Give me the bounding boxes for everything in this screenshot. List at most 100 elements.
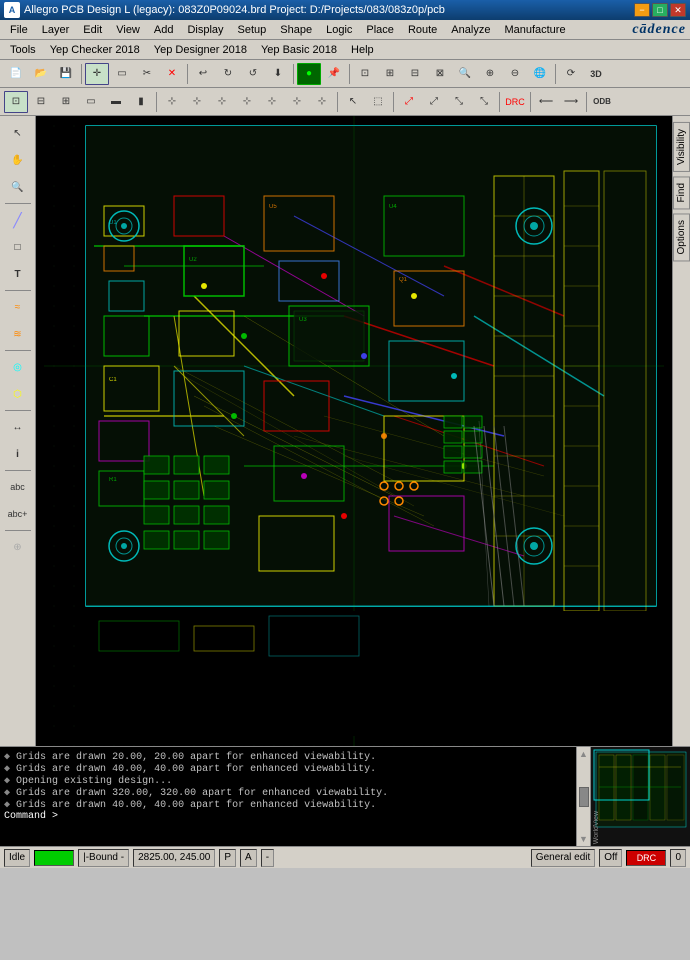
ltb-pan[interactable]: ✋ bbox=[4, 147, 32, 173]
menu-display[interactable]: Display bbox=[181, 21, 229, 39]
menu-yep-basic[interactable]: Yep Basic 2018 bbox=[255, 41, 343, 59]
ltb-abc2[interactable]: abc+ bbox=[4, 501, 32, 527]
tb-zoom-out[interactable]: ⊖ bbox=[503, 63, 527, 85]
tb2-4[interactable]: ▭ bbox=[79, 91, 103, 113]
console-scrollbar[interactable]: ▲ ▼ bbox=[576, 747, 590, 846]
maximize-button[interactable]: □ bbox=[652, 3, 668, 17]
console-line-6[interactable]: Command > bbox=[4, 811, 572, 822]
tb-zoom-in[interactable]: ⊕ bbox=[478, 63, 502, 85]
scroll-thumb[interactable] bbox=[579, 787, 589, 807]
menu-place[interactable]: Place bbox=[360, 21, 400, 39]
menu-logic[interactable]: Logic bbox=[320, 21, 358, 39]
ltb-pad[interactable]: ⬡ bbox=[4, 381, 32, 407]
status-bound: |-Bound - bbox=[78, 849, 129, 867]
tb2-odb[interactable]: ODB bbox=[590, 91, 614, 113]
menu-shape[interactable]: Shape bbox=[274, 21, 318, 39]
tb-new[interactable]: 📄 bbox=[4, 63, 28, 85]
tb-delete[interactable]: ✕ bbox=[160, 63, 184, 85]
status-green-led bbox=[34, 850, 74, 866]
menu-route[interactable]: Route bbox=[402, 21, 443, 39]
tb2-route4[interactable]: ⤡ bbox=[472, 91, 496, 113]
tb2-6[interactable]: ▮ bbox=[129, 91, 153, 113]
ltb-route[interactable]: ≈ bbox=[4, 294, 32, 320]
ltb-info[interactable]: i bbox=[4, 441, 32, 467]
tb2-9[interactable]: ⊹ bbox=[210, 91, 234, 113]
ltb-select[interactable]: ↖ bbox=[4, 120, 32, 146]
tb-zoom-box[interactable]: ⊡ bbox=[353, 63, 377, 85]
menu-yep-designer[interactable]: Yep Designer 2018 bbox=[148, 41, 253, 59]
find-tab[interactable]: Find bbox=[673, 176, 690, 209]
tb-open[interactable]: 📂 bbox=[29, 63, 53, 85]
scrollbar-down-arrow[interactable]: ▼ bbox=[579, 834, 588, 844]
menu-analyze[interactable]: Analyze bbox=[445, 21, 496, 39]
status-a[interactable]: A bbox=[240, 849, 257, 867]
tb-redo-1[interactable]: ↻ bbox=[216, 63, 240, 85]
window-controls: − □ ✕ bbox=[634, 3, 686, 17]
ltb-add-line[interactable]: ╱ bbox=[4, 207, 32, 233]
tb2-8[interactable]: ⊹ bbox=[185, 91, 209, 113]
tb-select[interactable]: ▭ bbox=[110, 63, 134, 85]
tb-undo[interactable]: ↩ bbox=[191, 63, 215, 85]
sep11 bbox=[586, 92, 587, 112]
tb2-12[interactable]: ⊹ bbox=[285, 91, 309, 113]
tb2-right[interactable]: ⟶ bbox=[559, 91, 583, 113]
svg-text:C1: C1 bbox=[109, 377, 117, 383]
tb2-7[interactable]: ⊹ bbox=[160, 91, 184, 113]
tb-pick[interactable]: ✛ bbox=[85, 63, 109, 85]
tb-zoom-in-area[interactable]: ⊞ bbox=[378, 63, 402, 85]
tb-zoom-world[interactable]: 🌐 bbox=[528, 63, 552, 85]
tb2-10[interactable]: ⊹ bbox=[235, 91, 259, 113]
menu-bar-main: File Layer Edit View Add Display Setup S… bbox=[0, 20, 690, 40]
ltb-add-text[interactable]: T bbox=[4, 261, 32, 287]
menu-help[interactable]: Help bbox=[345, 41, 380, 59]
ltb-add-rect[interactable]: □ bbox=[4, 234, 32, 260]
tb-zoom-out-area[interactable]: ⊟ bbox=[403, 63, 427, 85]
menu-setup[interactable]: Setup bbox=[232, 21, 273, 39]
menu-view[interactable]: View bbox=[110, 21, 146, 39]
ltb-misc[interactable]: ⊕ bbox=[4, 534, 32, 560]
ltb-measure[interactable]: ↔ bbox=[4, 414, 32, 440]
tb2-11[interactable]: ⊹ bbox=[260, 91, 284, 113]
minimize-button[interactable]: − bbox=[634, 3, 650, 17]
tb2-select2[interactable]: ⬚ bbox=[366, 91, 390, 113]
menu-add[interactable]: Add bbox=[148, 21, 180, 39]
tb2-5[interactable]: ▬ bbox=[104, 91, 128, 113]
tb-route-green[interactable]: ● bbox=[297, 63, 321, 85]
menu-yep-checker[interactable]: Yep Checker 2018 bbox=[44, 41, 146, 59]
tb-cut[interactable]: ✂ bbox=[135, 63, 159, 85]
tb2-cursor[interactable]: ↖ bbox=[341, 91, 365, 113]
menu-edit[interactable]: Edit bbox=[77, 21, 108, 39]
status-bar: Idle |-Bound - 2825.00, 245.00 P A - Gen… bbox=[0, 846, 690, 868]
tb-refresh[interactable]: ⟳ bbox=[559, 63, 583, 85]
options-tab[interactable]: Options bbox=[673, 213, 690, 261]
tb-save[interactable]: 💾 bbox=[54, 63, 78, 85]
tb2-3[interactable]: ⊞ bbox=[54, 91, 78, 113]
close-button[interactable]: ✕ bbox=[670, 3, 686, 17]
visibility-tab[interactable]: Visibility bbox=[673, 122, 690, 172]
tb2-1[interactable]: ⊡ bbox=[4, 91, 28, 113]
menu-tools[interactable]: Tools bbox=[4, 41, 42, 59]
menu-file[interactable]: File bbox=[4, 21, 34, 39]
tb2-route3[interactable]: ⤡ bbox=[447, 91, 471, 113]
tb-redo-2[interactable]: ↺ bbox=[241, 63, 265, 85]
tb-pin[interactable]: 📌 bbox=[322, 63, 346, 85]
pcb-canvas-area[interactable]: U1 U2 U3 U4 U5 C1 R1 Q1 bbox=[36, 116, 672, 746]
ltb-via[interactable]: ◎ bbox=[4, 354, 32, 380]
tb-3d[interactable]: 3D bbox=[584, 63, 608, 85]
menu-manufacture[interactable]: Manufacture bbox=[498, 21, 571, 39]
scrollbar-up-arrow[interactable]: ▲ bbox=[579, 749, 588, 759]
tb2-13[interactable]: ⊹ bbox=[310, 91, 334, 113]
ltb-abc[interactable]: abc bbox=[4, 474, 32, 500]
menu-layer[interactable]: Layer bbox=[36, 21, 76, 39]
tb2-left[interactable]: ⟵ bbox=[534, 91, 558, 113]
tb2-drc[interactable]: DRC bbox=[503, 91, 527, 113]
tb-redo-3[interactable]: ⬇ bbox=[266, 63, 290, 85]
status-p[interactable]: P bbox=[219, 849, 236, 867]
tb-zoom-fit[interactable]: ⊠ bbox=[428, 63, 452, 85]
tb-zoom-mag[interactable]: 🔍 bbox=[453, 63, 477, 85]
ltb-zoom[interactable]: 🔍 bbox=[4, 174, 32, 200]
tb2-2[interactable]: ⊟ bbox=[29, 91, 53, 113]
tb2-route2[interactable]: ⤢ bbox=[422, 91, 446, 113]
ltb-route2[interactable]: ≋ bbox=[4, 321, 32, 347]
tb2-route1[interactable]: ⤢ bbox=[397, 91, 421, 113]
